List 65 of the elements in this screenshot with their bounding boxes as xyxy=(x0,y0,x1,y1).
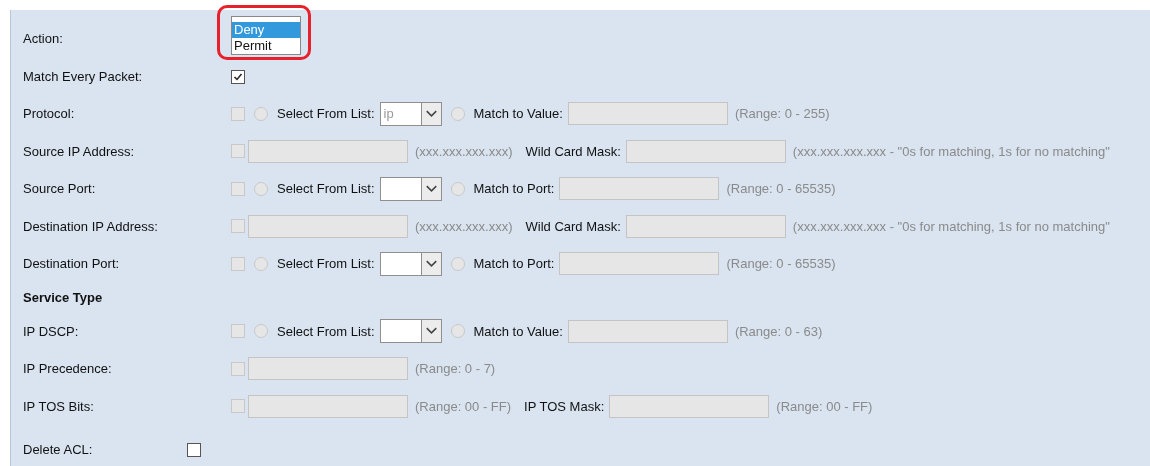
dropdown[interactable] xyxy=(379,251,442,276)
field-label: Match to Port: xyxy=(473,180,555,198)
hint-text: (xxx.xxx.xxx.xxx - "0s for matching, 1s for no matching" xyxy=(792,217,1110,236)
hint-text: (Range: 0 - 65535) xyxy=(726,180,836,198)
field-label: Select From List: xyxy=(277,255,375,273)
checkbox[interactable] xyxy=(187,443,201,457)
radio-button[interactable] xyxy=(254,256,268,271)
radio-button[interactable] xyxy=(450,324,465,339)
input-field[interactable] xyxy=(248,214,408,238)
radio-button[interactable] xyxy=(450,181,465,196)
input-field[interactable] xyxy=(559,177,720,201)
section-heading: Service Type xyxy=(23,288,103,307)
field-label: IP TOS Bits: xyxy=(23,397,95,416)
hint-text: (Range: 0 - 7) xyxy=(415,360,496,378)
chevron-down-icon xyxy=(420,102,441,125)
input-field[interactable] xyxy=(248,357,408,381)
hint-text: (Range: 0 - 65535) xyxy=(726,255,836,273)
field-label: Source IP Address: xyxy=(23,142,136,161)
field-label: Match to Port: xyxy=(473,255,555,273)
field-label: Action: xyxy=(23,30,64,49)
chevron-down-icon xyxy=(420,320,441,343)
radio-button[interactable] xyxy=(450,106,465,121)
hint-text: (Range: 00 - FF) xyxy=(776,397,873,416)
input-field[interactable] xyxy=(248,394,408,418)
input-field[interactable] xyxy=(567,319,728,343)
checkbox[interactable] xyxy=(231,69,245,84)
input-field[interactable] xyxy=(609,394,770,418)
field-label: Source Port: xyxy=(23,180,97,198)
hint-text: (Range: 00 - FF) xyxy=(415,397,512,416)
listbox[interactable]: Deny Permit xyxy=(231,15,301,55)
hint-text: (Range: 0 - 255) xyxy=(734,105,830,123)
input-field[interactable] xyxy=(567,102,728,126)
dropdown[interactable] xyxy=(379,319,442,344)
dropdown-value: ip xyxy=(383,105,394,123)
input-field[interactable] xyxy=(625,214,786,238)
radio-button[interactable] xyxy=(254,324,268,339)
chevron-down-icon xyxy=(420,177,441,200)
field-label: Match Every Packet: xyxy=(23,67,144,86)
radio-button[interactable] xyxy=(254,181,268,196)
check-icon xyxy=(233,71,243,82)
field-label: Destination IP Address: xyxy=(23,217,159,236)
radio-button[interactable] xyxy=(450,256,465,271)
input-field[interactable] xyxy=(559,252,720,276)
hint-text: (xxx.xxx.xxx.xxx - "0s for matching, 1s for no matching" xyxy=(792,142,1110,161)
hint-text: (xxx.xxx.xxx.xxx) xyxy=(415,142,513,161)
field-label: IP DSCP: xyxy=(23,322,80,341)
field-label: Destination Port: xyxy=(23,255,121,273)
field-label: IP Precedence: xyxy=(23,360,113,378)
input-field[interactable] xyxy=(625,139,786,163)
dropdown[interactable] xyxy=(379,176,442,201)
field-label: Select From List: xyxy=(277,180,375,198)
input-field[interactable] xyxy=(248,139,408,163)
field-label: Match to Value: xyxy=(473,322,563,341)
field-label: Select From List: xyxy=(277,322,375,341)
field-label: Wild Card Mask: xyxy=(525,142,621,161)
field-label: Match to Value: xyxy=(473,105,563,123)
chevron-down-icon xyxy=(420,252,441,275)
hint-text: (xxx.xxx.xxx.xxx) xyxy=(415,217,513,236)
field-label: Protocol: xyxy=(23,105,76,123)
field-label: IP TOS Mask: xyxy=(524,397,605,416)
field-label: Select From List: xyxy=(277,105,375,123)
field-label: Delete ACL: xyxy=(23,441,94,460)
hint-text: (Range: 0 - 63) xyxy=(734,322,823,341)
radio-button[interactable] xyxy=(254,106,268,121)
field-label: Wild Card Mask: xyxy=(525,217,621,236)
